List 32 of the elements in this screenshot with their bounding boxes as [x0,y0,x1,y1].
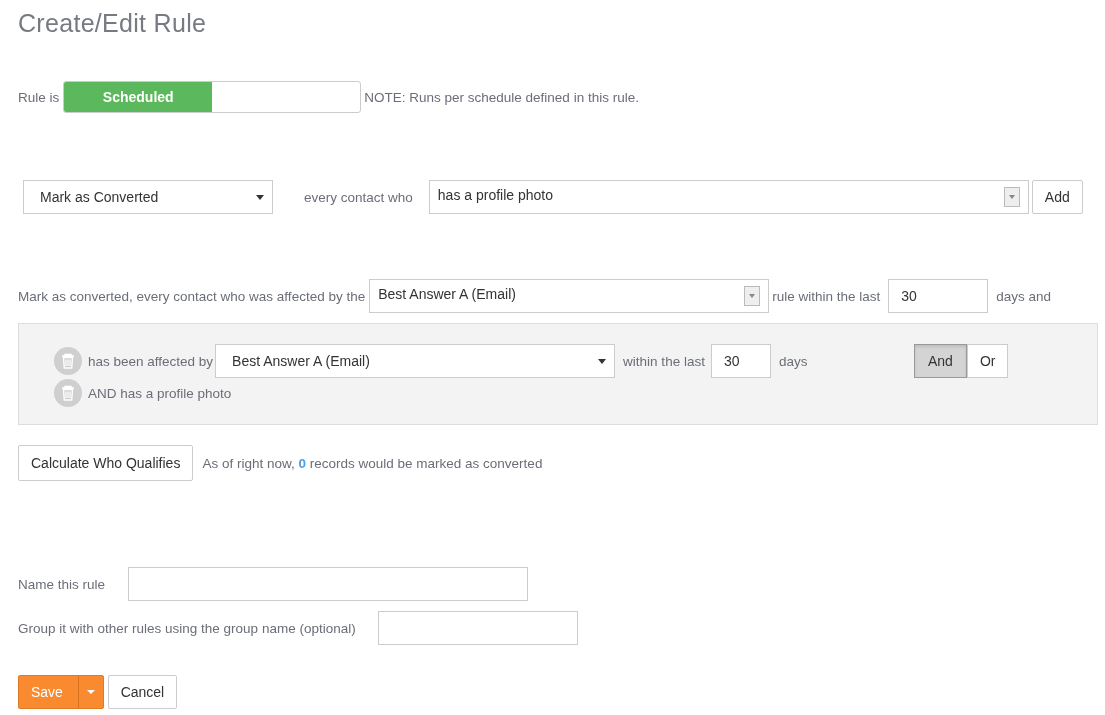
condition-text: AND has a profile photo [88,385,232,401]
calculate-button[interactable]: Calculate Who Qualifies [18,445,194,481]
cancel-button[interactable]: Cancel [107,675,177,709]
logic-toggle[interactable]: Or [966,344,1009,378]
field-label: Group it with other rules using the group name (optional) [18,620,356,636]
field-label: every contact who [304,189,413,205]
summary-text: rule within the last [772,288,881,304]
text-input[interactable] [128,567,529,601]
condition-select[interactable]: has a profile photo [428,180,1029,214]
summary-text: Mark as converted, every contact who was affected by the [18,288,366,304]
condition-text: has been affected by [88,353,214,369]
note-text: NOTE: Runs per schedule defined in this rule. [364,89,639,105]
condition-text: within the last [623,353,705,369]
days-input[interactable]: 30 [710,344,771,378]
condition-text: days [778,353,808,369]
trash-icon[interactable] [54,379,82,407]
result-text: As of right now, 0 records would be marked as converted [202,455,543,471]
logic-toggle[interactable]: And [914,344,967,378]
rule-select[interactable]: Best Answer A (Email) [369,279,770,313]
text-input[interactable] [377,611,578,645]
summary-text: days and [996,288,1052,304]
action-select[interactable]: Mark as Converted [23,180,273,214]
days-input[interactable]: 30 [888,279,989,313]
caret-icon [598,358,607,364]
trash-icon[interactable] [54,347,82,375]
rule-select[interactable]: Best Answer A (Email) [215,344,616,378]
add-button[interactable]: Add [1031,180,1083,214]
caret-icon [256,194,264,200]
field-label: Rule is [18,89,60,105]
caret-icon [86,690,95,694]
field-label: Name this rule [18,576,106,592]
page-title: Create/Edit Rule [18,8,208,39]
